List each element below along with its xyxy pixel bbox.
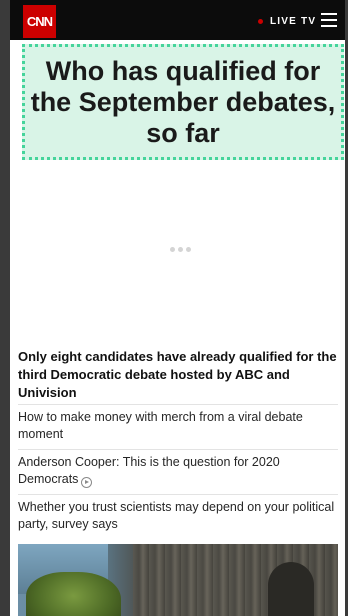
loading-dots-icon <box>170 247 191 252</box>
headline-card: Who has qualified for the September deba… <box>22 44 344 160</box>
article-summary: Only eight candidates have already quali… <box>18 349 337 400</box>
video-thumbnail[interactable] <box>18 544 338 616</box>
page: CNN LIVE TV Who has qualified for the Se… <box>10 0 345 616</box>
live-tv-label: LIVE TV <box>270 15 317 27</box>
related-links-list: How to make money with merch from a vira… <box>18 404 338 539</box>
hamburger-menu-icon[interactable] <box>321 13 337 27</box>
live-dot-icon <box>258 18 263 24</box>
related-link-text: Anderson Cooper: This is the question fo… <box>18 455 280 486</box>
page-title: Who has qualified for the September deba… <box>30 55 336 148</box>
related-link[interactable]: How to make money with merch from a vira… <box>18 404 338 449</box>
related-link-text: Whether you trust scientists may depend … <box>18 500 335 531</box>
live-tv-link[interactable]: LIVE TV <box>258 14 316 28</box>
related-link-text: How to make money with merch from a vira… <box>18 410 303 441</box>
top-nav-bar: CNN LIVE TV <box>10 0 345 40</box>
related-link[interactable]: Whether you trust scientists may depend … <box>18 494 338 539</box>
play-circle-icon <box>81 476 93 488</box>
related-link[interactable]: Anderson Cooper: This is the question fo… <box>18 449 338 494</box>
cnn-logo[interactable]: CNN <box>23 5 56 38</box>
